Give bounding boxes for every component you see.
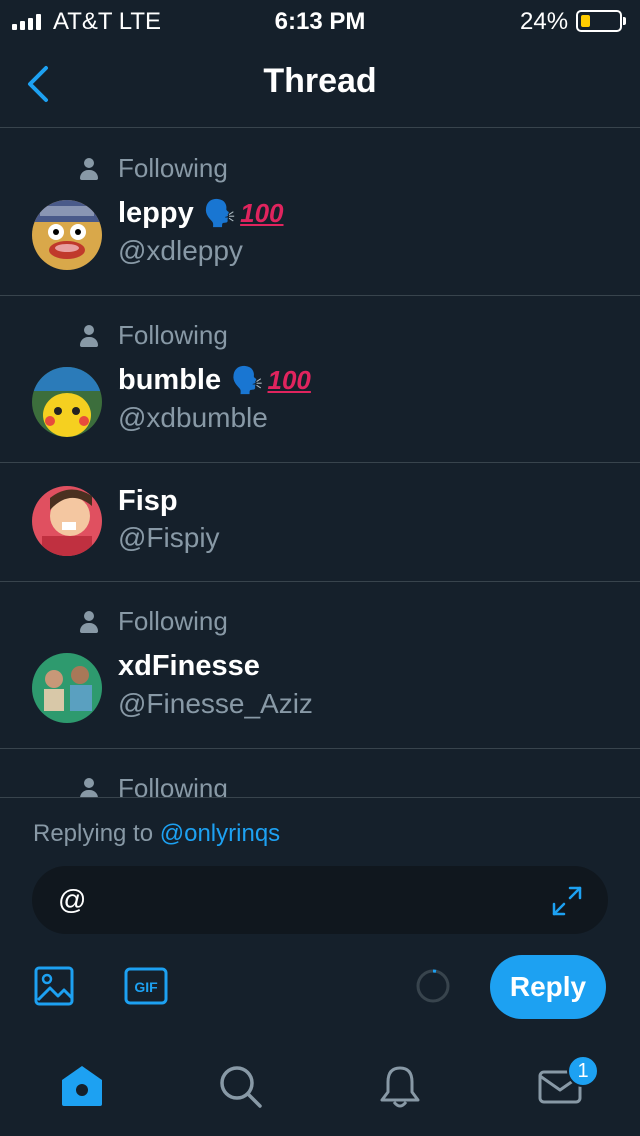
replying-to: Replying to @onlyrinqs [33, 820, 280, 848]
person-icon [80, 777, 98, 797]
expand-icon[interactable] [550, 884, 584, 918]
avatar[interactable] [32, 200, 102, 270]
nav-bar: Thread [0, 40, 640, 128]
battery-percent: 24% [520, 8, 569, 35]
reply-composer: Replying to @onlyrinqs @ GIF Reply [0, 797, 640, 1040]
search-icon [220, 1066, 262, 1108]
display-name: xdFinesse [118, 650, 260, 682]
speaking-head-emoji: 🗣️ [203, 198, 237, 228]
hundred-emoji: 100 [267, 365, 311, 395]
gif-icon[interactable]: GIF [124, 967, 168, 1005]
reply-input[interactable]: @ [32, 866, 608, 934]
replying-mention-link[interactable]: @onlyrinqs [160, 820, 280, 847]
user-row-fisp[interactable]: Fisp @Fispiy [0, 463, 640, 582]
reply-button[interactable]: Reply [490, 955, 606, 1019]
avatar[interactable] [32, 486, 102, 556]
following-indicator: Following [80, 773, 228, 797]
tab-bar [0, 1040, 640, 1136]
display-name: bumble [118, 364, 222, 396]
user-list: Following leppy 🗣️ 100 @xdleppy Followin… [0, 129, 640, 797]
messages-badge: 1 [567, 1055, 599, 1087]
person-icon [80, 157, 98, 180]
avatar[interactable] [32, 653, 102, 723]
character-count-ring-icon [416, 969, 450, 1003]
status-bar: AT&T LTE 6:13 PM 24% [0, 0, 640, 40]
replying-prefix: Replying to [33, 820, 160, 847]
user-handle: @xdleppy [118, 235, 243, 266]
avatar[interactable] [32, 367, 102, 437]
display-name: leppy [118, 197, 194, 229]
user-handle: @Finesse_Aziz [118, 688, 313, 719]
user-row-partial[interactable]: Following [0, 749, 640, 797]
battery-icon [576, 10, 626, 32]
gif-label: GIF [134, 979, 158, 995]
image-icon[interactable] [34, 966, 74, 1006]
reply-input-value[interactable]: @ [58, 884, 86, 916]
tab-search[interactable] [216, 1062, 264, 1110]
following-indicator: Following [80, 153, 228, 184]
person-icon [80, 610, 98, 633]
tab-home[interactable] [58, 1062, 106, 1110]
user-handle: @xdbumble [118, 402, 268, 433]
tab-notifications[interactable] [376, 1062, 424, 1110]
home-icon [62, 1066, 102, 1106]
person-icon [80, 324, 98, 347]
following-label: Following [118, 606, 228, 636]
display-name: Fisp [118, 485, 178, 517]
following-label: Following [118, 153, 228, 183]
following-label: Following [118, 320, 228, 350]
page-title: Thread [263, 62, 377, 100]
user-row-bumble[interactable]: Following bumble 🗣️ 100 @xdbumble [0, 296, 640, 463]
following-indicator: Following [80, 320, 228, 351]
hundred-emoji: 100 [240, 198, 284, 228]
battery-level [581, 15, 590, 27]
user-handle: @Fispiy [118, 522, 220, 553]
notifications-icon [380, 1066, 420, 1108]
speaking-head-emoji: 🗣️ [231, 365, 264, 395]
following-indicator: Following [80, 606, 228, 637]
user-row-leppy[interactable]: Following leppy 🗣️ 100 @xdleppy [0, 129, 640, 296]
user-row-xdfinesse[interactable]: Following xdFinesse @Finesse_Aziz [0, 582, 640, 749]
following-label: Following [118, 773, 228, 797]
